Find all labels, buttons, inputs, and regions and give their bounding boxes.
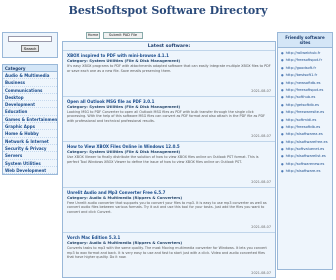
friendly-site-link[interactable]: http://softvaluenet.es <box>281 146 329 153</box>
category-link[interactable]: Games & Entertainment <box>3 116 57 124</box>
friendly-site-link[interactable]: http://rollwebhub.fr <box>281 50 329 57</box>
category-link[interactable]: Education <box>3 108 57 116</box>
software-entry: Unrelit Audio and Mp3 Converter Free 6.5… <box>63 188 275 233</box>
site-title: BestSoftspot Software Directory <box>68 4 268 17</box>
category-link[interactable]: Graphic Apps <box>3 123 57 131</box>
friendly-site-link[interactable]: http://softmidi.es <box>281 117 329 124</box>
software-category: Category: Audio & Multimedia (Rippers & … <box>67 194 183 200</box>
software-date: 2021-08-07 <box>251 88 271 93</box>
tab-submit-pad[interactable]: Submit PAD File <box>103 32 143 39</box>
category-link[interactable]: Development <box>3 101 57 109</box>
friendly-sites-sidebar: Friendly software sites http://rollwebhu… <box>277 32 333 270</box>
latest-software-heading: Latest software: <box>63 42 275 51</box>
software-description: Converts tasks to mp3 with the same qual… <box>67 246 267 260</box>
friendly-site-link[interactable]: http://freesoftspot.fr <box>281 57 329 64</box>
latest-software-panel: Latest software: XBOX inspired to PDF wi… <box>62 41 276 278</box>
category-heading: Category <box>3 65 57 72</box>
software-entry: Vorch Mac Edition 5.3.1 Category: Audio &… <box>63 233 275 277</box>
software-category: Category: System Utilities (File & Disk … <box>67 58 181 63</box>
left-sidebar: Search Category Audio & Multimedia Busine… <box>2 32 58 176</box>
friendly-site-link[interactable]: http://alsoftwarea.es <box>281 131 329 138</box>
software-category: Category: System Utilities (File & Disk … <box>67 103 181 109</box>
friendly-site-link[interactable]: http://newsoftdb.es <box>281 80 329 87</box>
category-link[interactable]: Business <box>3 79 57 87</box>
tab-home[interactable]: Home <box>86 32 100 39</box>
software-date: 2021-08-07 <box>251 179 271 184</box>
main-content: Home Submit PAD File Latest software: XB… <box>62 32 276 278</box>
search-box: Search <box>2 32 58 58</box>
friendly-site-link[interactable]: http://freesoftspot.es <box>281 87 329 94</box>
software-entry: How to View XBOX Files Online in Windows… <box>63 142 275 188</box>
category-link[interactable]: Audio & Multimedia <box>3 72 57 80</box>
software-description: It's easy XBOX programs to PDF with atta… <box>67 64 271 73</box>
category-link[interactable]: Desktop <box>3 94 57 102</box>
tab-bar: Home Submit PAD File <box>62 32 276 40</box>
software-date: 2021-08-07 <box>251 134 271 138</box>
software-description: Free Unrelit audio converter that suppor… <box>67 200 267 214</box>
software-entry: XBOX inspired to PDF with mini-browse 4.… <box>63 51 275 97</box>
friendly-site-link[interactable]: http://softhub.es <box>281 94 329 101</box>
friendly-site-link[interactable]: http://alsoftwarelist.es <box>281 153 329 160</box>
category-link[interactable]: Servers <box>3 152 57 160</box>
software-date: 2021-08-07 <box>251 270 271 275</box>
software-description: Looking MSG to PDF Converter to open all… <box>67 109 266 123</box>
category-link[interactable]: Home & Hobby <box>3 130 57 138</box>
search-input[interactable] <box>8 36 52 42</box>
friendly-site-link[interactable]: http://alsoftwarefree.es <box>281 139 329 146</box>
software-category: Category: Audio & Multimedia (Rippers & … <box>67 240 183 245</box>
friendly-site-link[interactable]: http://bestsoft1.fr <box>281 72 329 79</box>
friendly-site-link[interactable]: http://goodsoft.fr <box>281 65 329 72</box>
category-link[interactable]: Security & Privacy <box>3 145 57 153</box>
friendly-site-link[interactable]: http://freesoftdb.es <box>281 124 329 131</box>
category-menu: Category Audio & Multimedia Business Commu… <box>2 64 58 176</box>
software-entry: Open all Outlook MSG file as PDF 3.0.1 Ca… <box>63 97 275 142</box>
friendly-site-link[interactable]: http://softwarenew.es <box>281 161 329 168</box>
friendly-site-link[interactable]: http://getsoftdb.es <box>281 102 329 109</box>
category-link[interactable]: System Utilities <box>3 160 57 167</box>
friendly-site-link[interactable]: http://alsoftware.es <box>281 168 329 175</box>
software-description: Use XBOX Viewer to finally distribute th… <box>67 155 259 164</box>
software-category: Category: System Utilities (File & Disk … <box>67 149 181 154</box>
search-button[interactable]: Search <box>21 45 39 52</box>
software-date: 2021-08-07 <box>251 225 271 229</box>
friendly-site-link[interactable]: http://freewaresite.es <box>281 109 329 116</box>
category-link[interactable]: Network & Internet <box>3 138 57 145</box>
category-link[interactable]: Communications <box>3 87 57 94</box>
category-link[interactable]: Web Development <box>3 167 57 175</box>
friendly-sites-heading: Friendly software sites <box>278 33 332 48</box>
